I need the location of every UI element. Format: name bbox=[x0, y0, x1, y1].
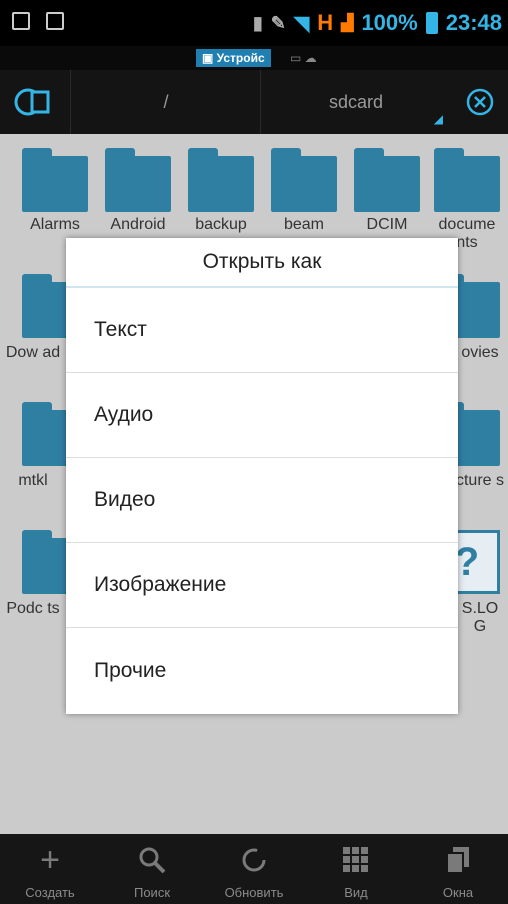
bottom-toolbar: + Создать Поиск Обновить Вид Окна bbox=[0, 834, 508, 904]
vibrate-icon: ✎ bbox=[270, 12, 286, 33]
network-type: H bbox=[317, 10, 334, 35]
view-label: Вид bbox=[344, 885, 368, 900]
folder-icon[interactable] bbox=[354, 148, 420, 212]
open-as-video-option[interactable]: Видео bbox=[66, 458, 458, 543]
clock: 23:48 bbox=[445, 10, 502, 35]
close-path-button[interactable] bbox=[452, 70, 508, 134]
path-bar: / sdcard ◢ bbox=[0, 70, 508, 134]
folder-icon[interactable] bbox=[105, 148, 171, 212]
folder-icon[interactable] bbox=[188, 148, 254, 212]
dialog-title: Открыть как bbox=[66, 238, 458, 288]
create-button[interactable]: + Создать bbox=[0, 834, 100, 904]
folder-icon[interactable] bbox=[434, 148, 500, 212]
signal-icon: ▟ bbox=[341, 15, 354, 32]
view-button[interactable]: Вид bbox=[306, 834, 406, 904]
folder-label: mtkl bbox=[18, 472, 48, 489]
search-icon bbox=[102, 842, 202, 878]
open-as-text-option[interactable]: Текст bbox=[66, 288, 458, 373]
windows-label: Окна bbox=[442, 885, 474, 900]
folder-icon[interactable] bbox=[271, 148, 337, 212]
open-as-audio-option[interactable]: Аудио bbox=[66, 373, 458, 458]
folder-label: cture s bbox=[455, 472, 504, 489]
folder-label: ovies bbox=[461, 344, 499, 361]
folder-label: Alarms bbox=[30, 216, 80, 233]
file-label: S.LO G bbox=[461, 600, 499, 635]
window-tab-strip: ▣ Устройс ▭ ☁ bbox=[0, 46, 508, 70]
clipboard-notification-icon bbox=[46, 12, 64, 30]
image-notification-icon bbox=[12, 12, 30, 30]
device-icon: ▣ bbox=[202, 51, 217, 65]
sim-icon: ▮ bbox=[252, 12, 263, 33]
search-button[interactable]: Поиск bbox=[102, 834, 202, 904]
grid-view-icon bbox=[306, 842, 406, 878]
refresh-button[interactable]: Обновить bbox=[204, 834, 304, 904]
storage-icons: ▭ ☁ bbox=[290, 51, 317, 65]
refresh-icon bbox=[204, 842, 304, 878]
battery-icon bbox=[425, 12, 438, 34]
path-segment-current[interactable]: sdcard ◢ bbox=[260, 70, 451, 134]
close-circle-icon bbox=[466, 88, 494, 116]
folder-label: Dow ad bbox=[5, 344, 61, 361]
status-bar: ▮ ✎ ◥ H ▟ 100% 23:48 bbox=[0, 0, 508, 46]
windows-icon bbox=[408, 842, 508, 878]
folder-label: DCIM bbox=[366, 216, 408, 233]
folder-icon[interactable] bbox=[22, 148, 88, 212]
create-label: Создать bbox=[25, 885, 75, 900]
battery-percent: 100% bbox=[361, 10, 418, 35]
home-button[interactable] bbox=[0, 70, 64, 134]
dropdown-corner-icon: ◢ bbox=[433, 112, 443, 126]
windows-button[interactable]: Окна bbox=[408, 834, 508, 904]
folder-label: Android bbox=[110, 216, 166, 233]
folder-label: Podc ts bbox=[6, 600, 60, 617]
path-segment-current-label: sdcard bbox=[328, 91, 384, 112]
open-as-image-option[interactable]: Изображение bbox=[66, 543, 458, 628]
search-label: Поиск bbox=[133, 885, 171, 900]
folder-label: backup bbox=[195, 216, 247, 233]
device-tab-label: Устройс bbox=[216, 51, 265, 65]
folder-label: beam bbox=[283, 216, 325, 233]
device-tab[interactable]: ▣ Устройс bbox=[196, 49, 271, 67]
open-as-other-option[interactable]: Прочие bbox=[66, 628, 458, 713]
globe-icon bbox=[14, 88, 50, 116]
refresh-label: Обновить bbox=[224, 885, 284, 900]
open-as-dialog: Открыть как Текст Аудио Видео Изображени… bbox=[66, 238, 458, 714]
path-segment-root[interactable]: / bbox=[70, 70, 261, 134]
plus-icon: + bbox=[40, 840, 60, 879]
wifi-icon: ◥ bbox=[293, 12, 310, 35]
